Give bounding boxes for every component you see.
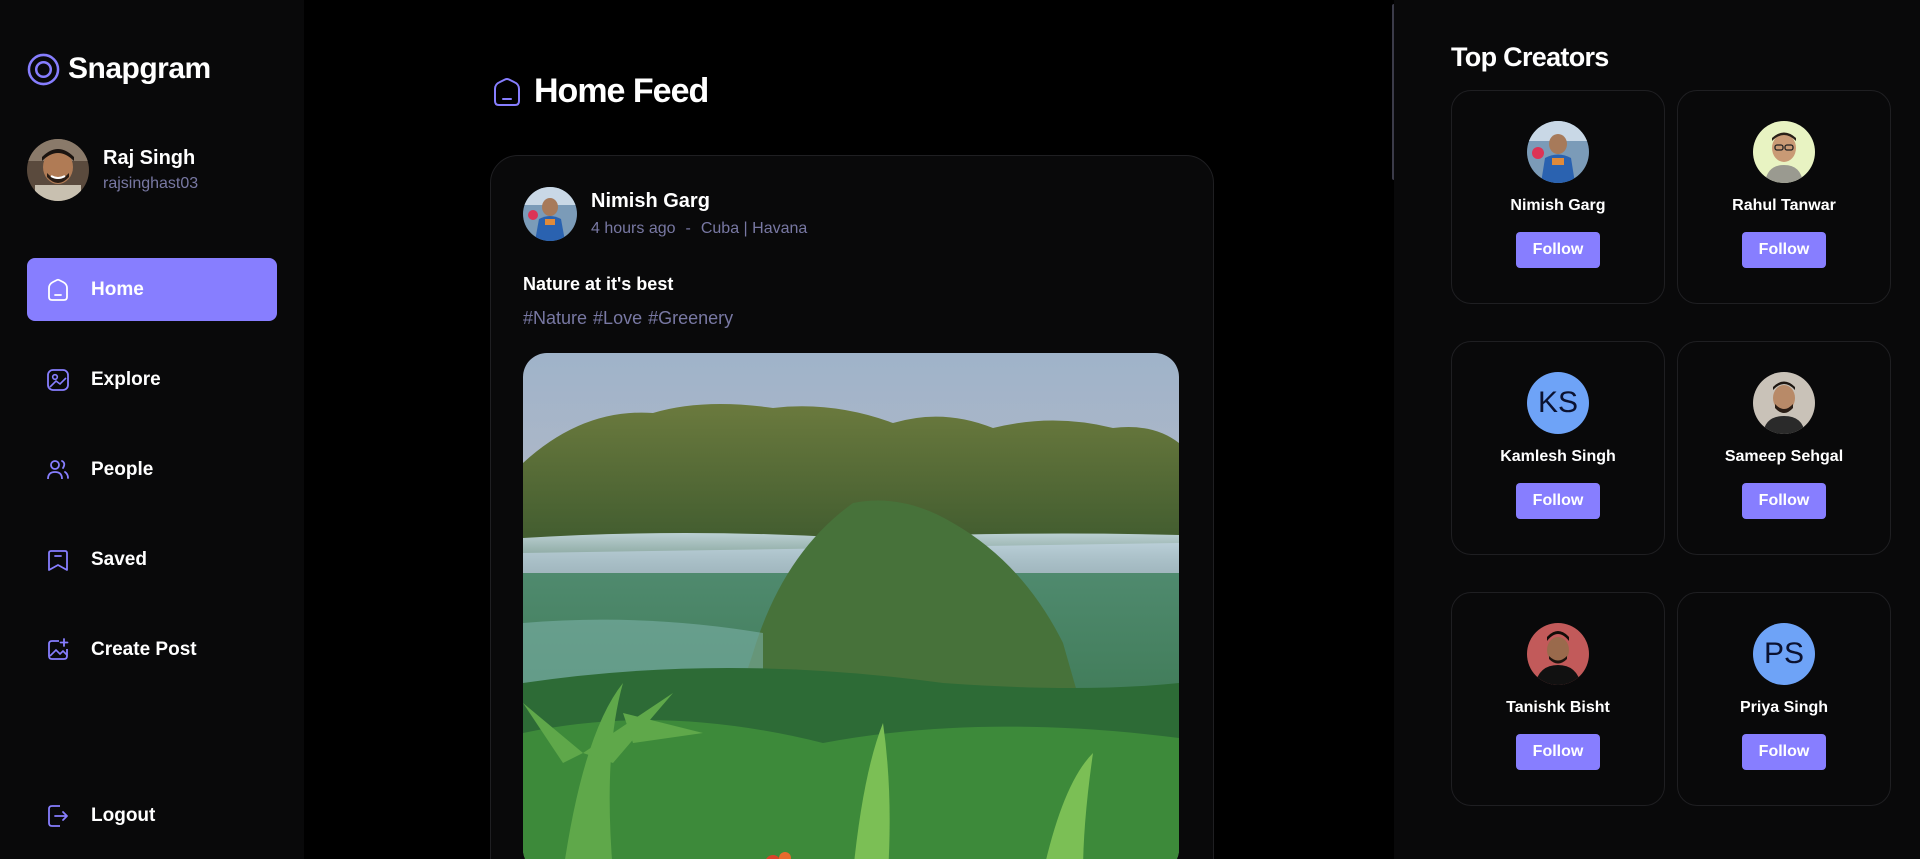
creator-name: Priya Singh bbox=[1739, 699, 1829, 716]
post-tag[interactable]: #Love bbox=[593, 308, 642, 329]
nav-label-explore: Explore bbox=[91, 368, 161, 390]
follow-button[interactable]: Follow bbox=[1742, 232, 1826, 268]
creator-avatar bbox=[1527, 121, 1589, 183]
post-meta-separator: - bbox=[685, 220, 691, 237]
creator-card[interactable]: Sameep Sehgal Follow bbox=[1677, 341, 1891, 555]
page-title-text: Home Feed bbox=[534, 72, 709, 110]
creator-card[interactable]: Tanishk Bisht Follow bbox=[1451, 592, 1665, 806]
post-author-avatar[interactable] bbox=[523, 187, 577, 241]
nav-label-home: Home bbox=[91, 278, 144, 300]
creator-name: Tanishk Bisht bbox=[1506, 699, 1610, 716]
logout-button[interactable]: Logout bbox=[27, 784, 277, 847]
creator-name: Rahul Tanwar bbox=[1732, 197, 1836, 214]
main-feed: Home Feed Nimish Garg 4 hours ago - Cuba… bbox=[304, 0, 1394, 859]
follow-button[interactable]: Follow bbox=[1742, 734, 1826, 770]
post-tag[interactable]: #Greenery bbox=[648, 308, 733, 329]
main-nav: Home Explore People Saved Create Post bbox=[27, 258, 277, 708]
creator-card[interactable]: Nimish Garg Follow bbox=[1451, 90, 1665, 304]
post-location: Cuba | Havana bbox=[700, 220, 808, 237]
create-post-icon bbox=[45, 637, 71, 663]
logout-label: Logout bbox=[91, 804, 156, 826]
creator-name: Nimish Garg bbox=[1510, 197, 1606, 214]
user-avatar bbox=[27, 139, 89, 201]
post-card: Nimish Garg 4 hours ago - Cuba | Havana … bbox=[490, 155, 1214, 859]
top-creators-panel: Top Creators Nimish Garg Follow Rahul Ta… bbox=[1394, 0, 1920, 859]
post-tag[interactable]: #Nature bbox=[523, 308, 587, 329]
left-sidebar: Snapgram Raj Singh rajsinghast03 Home Ex… bbox=[0, 0, 304, 859]
logout-container: Logout bbox=[27, 784, 277, 859]
home-title-icon bbox=[494, 77, 520, 106]
post-caption: Nature at it's best bbox=[523, 274, 674, 294]
post-author-name[interactable]: Nimish Garg bbox=[591, 190, 807, 213]
creator-card[interactable]: KS Kamlesh Singh Follow bbox=[1451, 341, 1665, 555]
creator-initials-avatar: KS bbox=[1527, 372, 1589, 434]
nav-label-create-post: Create Post bbox=[91, 638, 197, 660]
creator-avatar bbox=[1527, 623, 1589, 685]
app-name: Snapgram bbox=[68, 52, 211, 85]
post-image[interactable] bbox=[523, 353, 1179, 859]
page-title: Home Feed bbox=[490, 72, 709, 111]
creator-avatar bbox=[1753, 372, 1815, 434]
creator-card[interactable]: Rahul Tanwar Follow bbox=[1677, 90, 1891, 304]
creator-name: Sameep Sehgal bbox=[1724, 448, 1844, 465]
post-time: 4 hours ago bbox=[591, 220, 676, 237]
creator-initials-avatar: PS bbox=[1753, 623, 1815, 685]
follow-button[interactable]: Follow bbox=[1516, 232, 1600, 268]
creator-name: Kamlesh Singh bbox=[1500, 448, 1616, 465]
nav-item-create-post[interactable]: Create Post bbox=[27, 618, 277, 681]
app-logo[interactable]: Snapgram bbox=[27, 52, 211, 86]
post-header: Nimish Garg 4 hours ago - Cuba | Havana bbox=[523, 187, 807, 241]
nav-item-home[interactable]: Home bbox=[27, 258, 277, 321]
follow-button[interactable]: Follow bbox=[1516, 483, 1600, 519]
top-creators-title: Top Creators bbox=[1451, 42, 1609, 72]
nav-item-explore[interactable]: Explore bbox=[27, 348, 277, 411]
follow-button[interactable]: Follow bbox=[1742, 483, 1826, 519]
bookmark-icon bbox=[45, 547, 71, 573]
nav-label-saved: Saved bbox=[91, 548, 147, 570]
people-icon bbox=[45, 457, 71, 483]
creator-card[interactable]: PS Priya Singh Follow bbox=[1677, 592, 1891, 806]
explore-icon bbox=[45, 367, 71, 393]
creator-avatar bbox=[1753, 121, 1815, 183]
user-profile[interactable]: Raj Singh rajsinghast03 bbox=[27, 139, 198, 201]
nav-label-people: People bbox=[91, 458, 154, 480]
logout-icon bbox=[45, 803, 71, 829]
creators-grid: Nimish Garg Follow Rahul Tanwar Follow K… bbox=[1451, 90, 1891, 806]
camera-logo-icon bbox=[27, 53, 60, 85]
post-meta: 4 hours ago - Cuba | Havana bbox=[591, 220, 807, 238]
nav-item-saved[interactable]: Saved bbox=[27, 528, 277, 591]
user-name: Raj Singh bbox=[103, 147, 196, 169]
follow-button[interactable]: Follow bbox=[1516, 734, 1600, 770]
home-icon bbox=[45, 277, 71, 303]
nav-item-people[interactable]: People bbox=[27, 438, 277, 501]
post-tags: #Nature #Love #Greenery bbox=[523, 308, 733, 329]
user-handle: rajsinghast03 bbox=[103, 175, 199, 192]
